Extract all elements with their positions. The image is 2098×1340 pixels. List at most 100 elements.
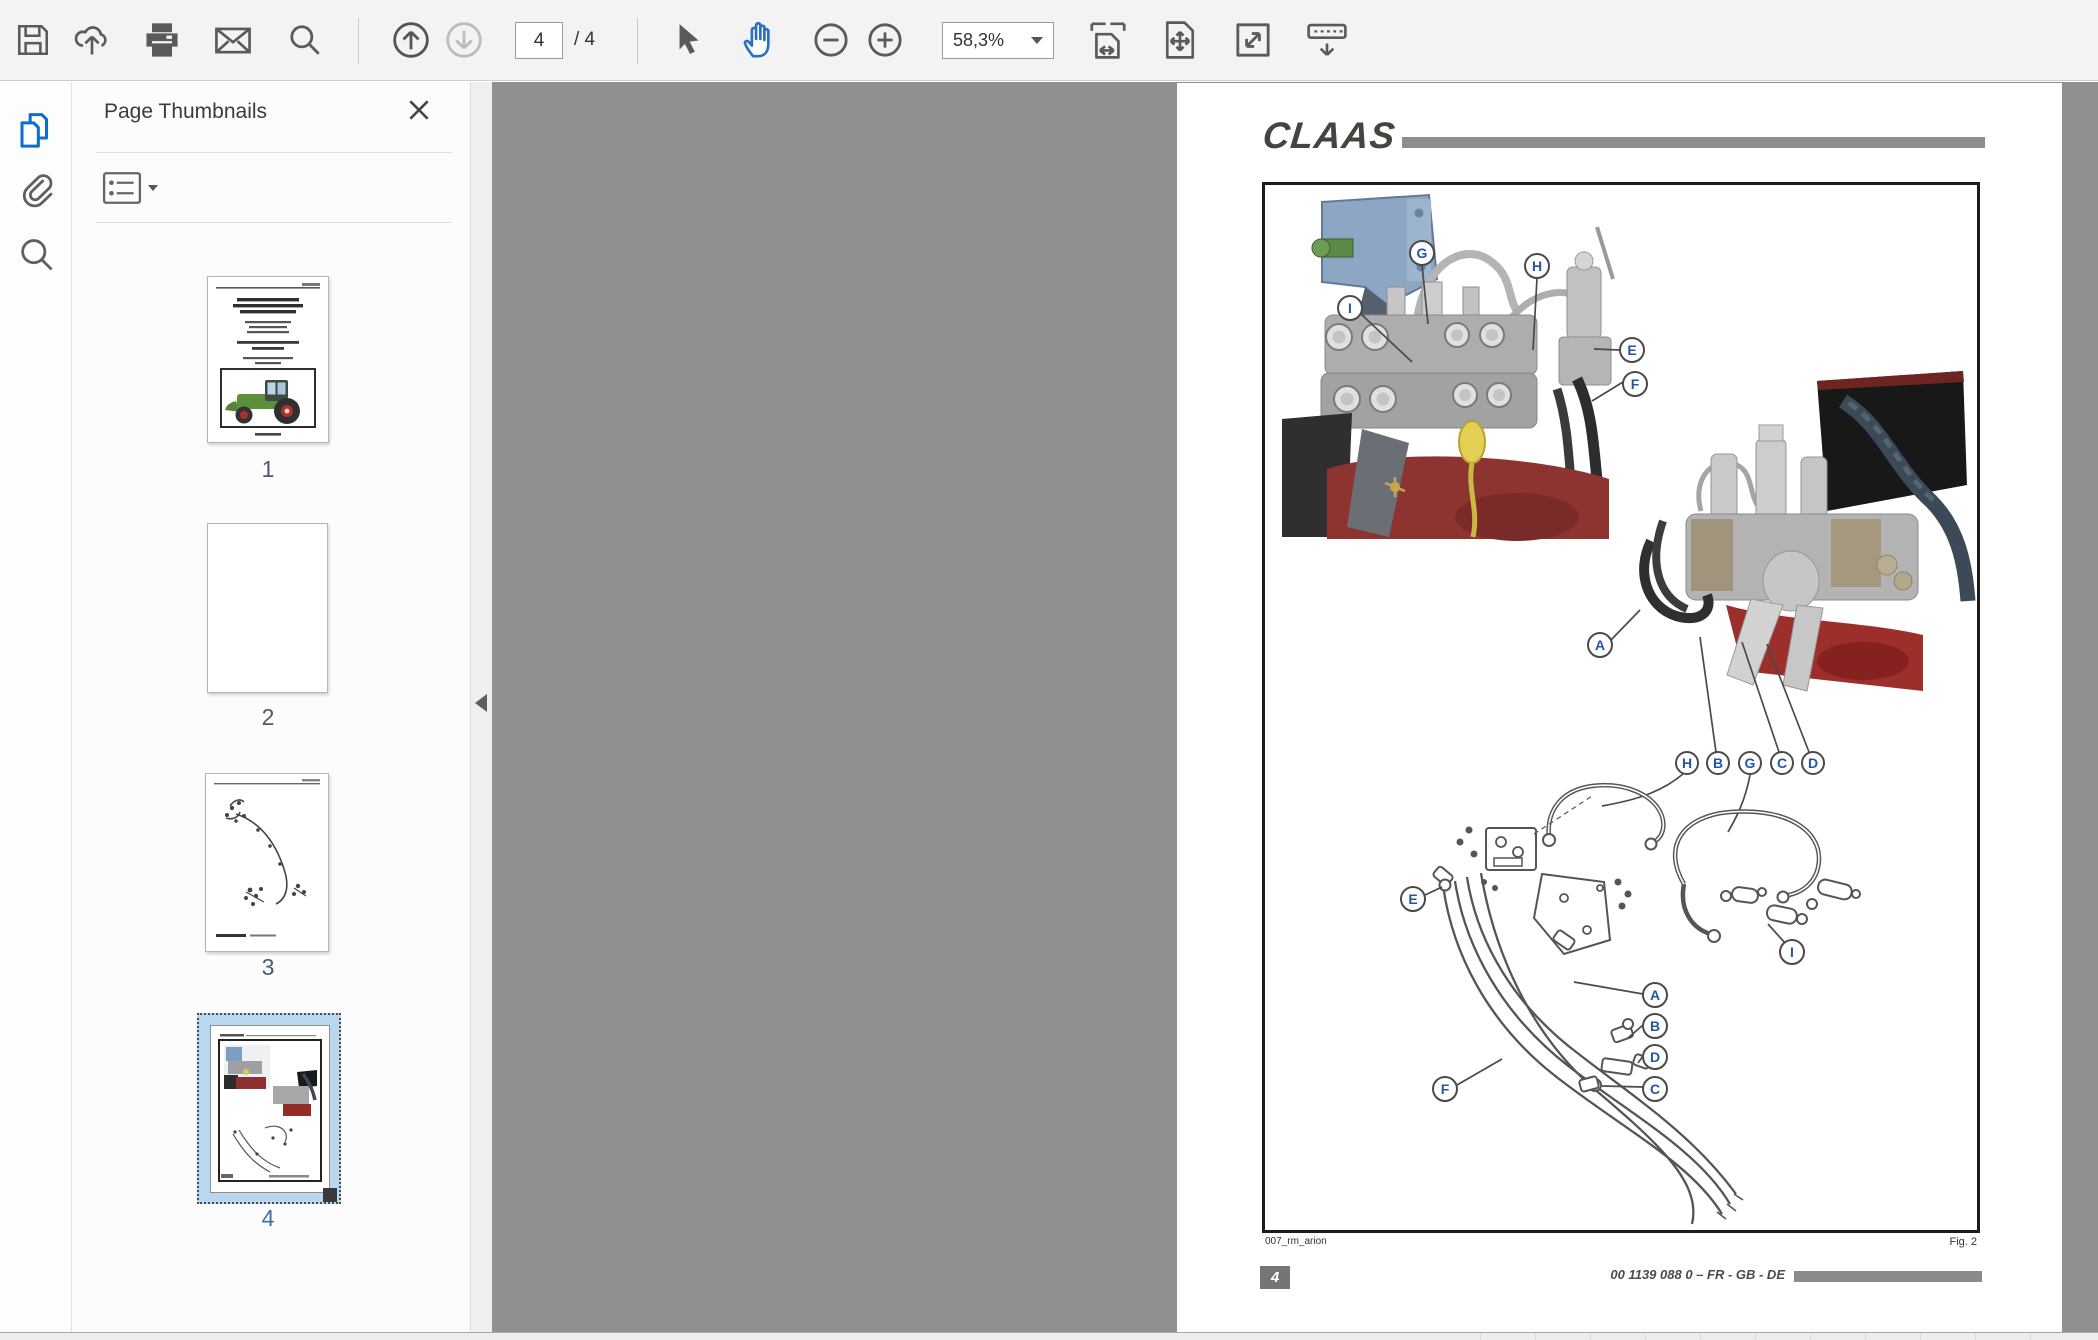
document-reference: 00 1139 088 0 – FR - GB - DE — [1577, 1267, 1785, 1282]
page-number-input[interactable] — [515, 22, 563, 59]
callout-row-C: C — [1771, 752, 1793, 774]
thumbnail-1-preview — [208, 277, 328, 442]
toolbar-separator — [358, 18, 359, 64]
panel-close-button[interactable] — [404, 96, 434, 126]
zoom-out-button[interactable] — [810, 19, 852, 61]
upload-button[interactable] — [72, 20, 112, 60]
svg-text:I: I — [1790, 944, 1794, 960]
options-list-icon — [102, 171, 142, 205]
callout-row-D: D — [1802, 752, 1824, 774]
next-page-button[interactable] — [443, 19, 485, 61]
page-down-icon — [443, 19, 485, 61]
svg-text:D: D — [1650, 1049, 1660, 1065]
pdf-viewer-window: / 4 58,3% — [0, 0, 2098, 1340]
thumbnail-page-4-selected[interactable] — [197, 1013, 341, 1204]
zoom-in-button[interactable] — [864, 19, 906, 61]
select-tool-button[interactable] — [670, 21, 706, 59]
search-icon — [286, 21, 324, 59]
sidebar-splitter[interactable] — [470, 82, 492, 1332]
rail-search-button[interactable] — [14, 234, 58, 278]
svg-text:B: B — [1650, 1018, 1660, 1034]
search-button[interactable] — [286, 21, 324, 59]
svg-text:I: I — [1348, 300, 1352, 316]
callout-G: G — [1410, 241, 1434, 265]
figure-file-code: 007_rm_arion — [1265, 1236, 1327, 1247]
toolbar: / 4 58,3% — [0, 0, 2098, 81]
email-icon — [212, 20, 254, 60]
page-total-label: / 4 — [574, 29, 595, 51]
svg-text:G: G — [1745, 755, 1756, 771]
hide-toolbar-button[interactable] — [1304, 19, 1350, 61]
document-canvas[interactable]: CLAAS — [492, 82, 2098, 1332]
paperclip-icon — [16, 171, 56, 211]
select-cursor-icon — [670, 21, 706, 59]
svg-text:H: H — [1682, 755, 1692, 771]
save-icon — [14, 21, 52, 59]
figure-frame: G H I E F A H B G C D E I A B — [1262, 182, 1980, 1233]
page-up-icon — [390, 19, 432, 61]
callout-row-G: G — [1739, 752, 1761, 774]
rail-attachments-button[interactable] — [14, 170, 58, 214]
svg-text:F: F — [1631, 376, 1640, 392]
svg-text:H: H — [1532, 258, 1542, 274]
footer-rule-bar — [1794, 1271, 1982, 1282]
svg-text:F: F — [1441, 1081, 1450, 1097]
thumbnail-4-preview — [211, 1026, 329, 1192]
figure-number-label: Fig. 2 — [1865, 1236, 1977, 1248]
zoom-in-icon — [864, 19, 906, 61]
page-thumbnails-icon — [15, 110, 57, 152]
thumbnail-page-2[interactable] — [207, 523, 328, 693]
hide-toolbar-icon — [1304, 19, 1350, 61]
logo-rule-bar — [1402, 137, 1985, 148]
fullscreen-button[interactable] — [1232, 19, 1274, 61]
fit-width-icon — [1086, 19, 1130, 61]
fit-width-button[interactable] — [1086, 19, 1130, 61]
previous-page-button[interactable] — [390, 19, 432, 61]
zoom-out-icon — [810, 19, 852, 61]
save-button[interactable] — [14, 21, 52, 59]
svg-text:G: G — [1417, 245, 1428, 261]
claas-logo: CLAAS — [1261, 115, 1398, 157]
page-thumbnails-panel: Page Thumbnails — [72, 82, 470, 1332]
email-button[interactable] — [212, 20, 254, 60]
callout-A: A — [1588, 633, 1612, 657]
close-icon — [406, 97, 432, 123]
svg-text:E: E — [1408, 891, 1417, 907]
zoom-level-dropdown[interactable]: 58,3% — [942, 22, 1054, 59]
callout-H: H — [1525, 254, 1549, 278]
callout-diagram-E: E — [1401, 887, 1425, 911]
sidebar-collapse-handle[interactable] — [475, 694, 487, 712]
chevron-down-icon — [148, 185, 158, 191]
zoom-level-value: 58,3% — [953, 30, 1004, 51]
fit-page-icon — [1158, 19, 1202, 61]
page-number-badge: 4 — [1260, 1266, 1290, 1289]
thumbnail-page-1[interactable] — [207, 276, 329, 443]
print-button[interactable] — [142, 20, 182, 60]
window-bottom-edge — [0, 1332, 2098, 1340]
svg-text:A: A — [1595, 637, 1605, 653]
panel-title: Page Thumbnails — [104, 100, 267, 124]
toolbar-separator — [637, 18, 638, 64]
callout-diagram-D: D — [1643, 1045, 1667, 1069]
svg-text:C: C — [1777, 755, 1787, 771]
chevron-down-icon — [1031, 37, 1043, 44]
pdf-page[interactable]: CLAAS — [1177, 83, 2062, 1332]
callout-diagram-F: F — [1433, 1077, 1457, 1101]
thumbnail-2-label: 2 — [188, 704, 348, 731]
thumbnail-page-3[interactable] — [205, 773, 329, 952]
fullscreen-icon — [1232, 19, 1274, 61]
svg-text:A: A — [1650, 987, 1660, 1003]
panel-divider — [96, 222, 452, 223]
hand-tool-button[interactable] — [738, 18, 782, 62]
callout-diagram-B: B — [1643, 1014, 1667, 1038]
thumbnail-options-button[interactable] — [102, 168, 164, 208]
thumbnail-1-label: 1 — [188, 456, 348, 483]
fit-page-button[interactable] — [1158, 19, 1202, 61]
callout-row-H: H — [1676, 752, 1698, 774]
svg-text:D: D — [1808, 755, 1818, 771]
search-icon — [16, 235, 56, 275]
print-icon — [142, 20, 182, 60]
rail-page-thumbnails-button[interactable] — [14, 110, 58, 154]
panel-divider — [96, 152, 452, 153]
callout-diagram-A: A — [1643, 983, 1667, 1007]
